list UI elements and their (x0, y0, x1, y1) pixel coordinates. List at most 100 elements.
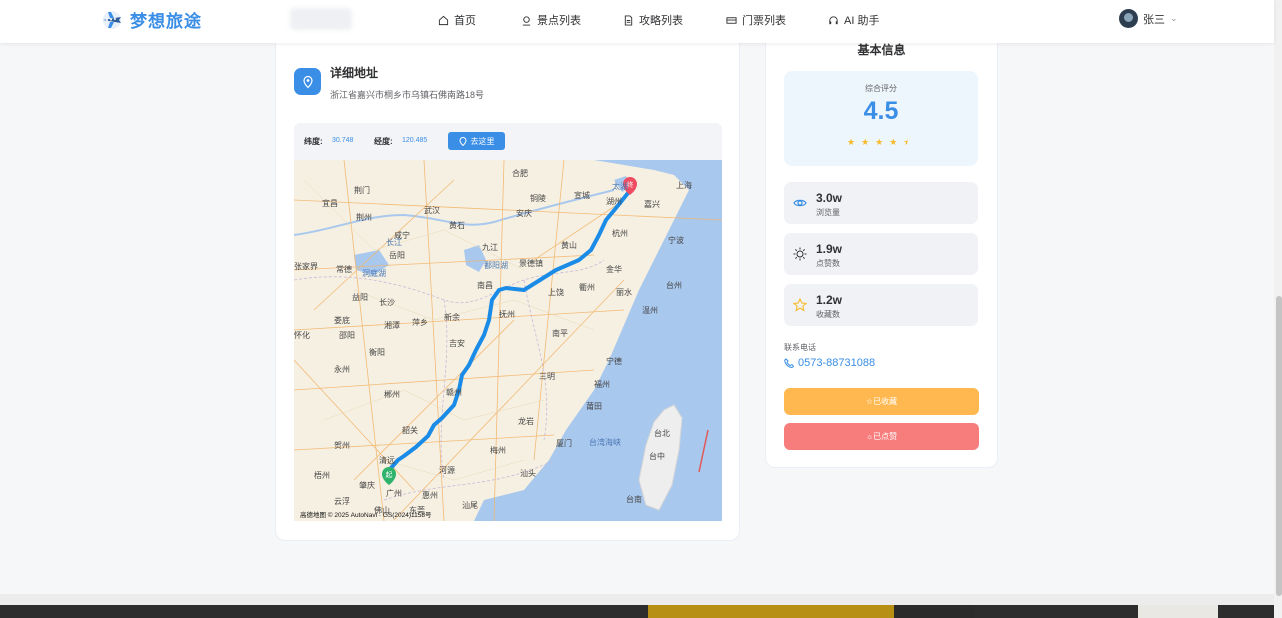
start-marker-label: 起 (386, 471, 393, 479)
map-city-label: 台北 (654, 428, 670, 438)
map-city-label: 荆门 (354, 185, 370, 195)
map-city-label: 宣城 (574, 190, 590, 200)
map-city-label: 黄山 (561, 240, 577, 250)
map-city-label: 衡阳 (369, 347, 385, 357)
navigate-button[interactable]: 去这里 (448, 132, 505, 150)
phone-icon (784, 358, 794, 368)
address-text: 浙江省嘉兴市桐乡市乌镇石佛南路18号 (330, 90, 485, 100)
route-map[interactable]: 终 起 合肥 上海 武汉 安庆 黄石 九江 黄山 杭州 宁波 南昌 长沙 上饶 金华 衢州 丽水 台州 温州 南平… (294, 160, 722, 521)
star-icon: ★ (875, 137, 884, 147)
phone-link[interactable]: 0573-88731088 (784, 357, 875, 369)
taskbar-thumb-1 (648, 605, 894, 618)
map-city-label: 吉安 (449, 338, 465, 348)
map-city-label: 梧州 (314, 470, 330, 480)
map-city-label: 郴州 (384, 390, 400, 399)
navigate-button-label: 去这里 (470, 136, 495, 146)
map-city-label: 温州 (642, 306, 658, 315)
taskbar-thumb-3 (1138, 605, 1218, 618)
map-city-label: 梅州 (490, 445, 506, 455)
favorite-button[interactable]: ☆已收藏 (784, 388, 979, 415)
map-city-label: 莆田 (586, 401, 602, 411)
like-button[interactable]: ☼已点赞 (784, 423, 979, 450)
longitude-label: 经度: (374, 137, 393, 146)
map-city-label: 抚州 (499, 309, 515, 319)
map-attribution: 高德地图 © 2025 AutoNavi · GS(2024)1158号 (300, 510, 432, 519)
star-icon: ★ (889, 137, 898, 147)
map-city-label: 肇庆 (359, 480, 375, 490)
location-pin-icon (294, 68, 321, 95)
scrollbar[interactable] (1274, 0, 1282, 618)
airplane-logo-icon (103, 10, 121, 29)
map-city-label: 南昌 (477, 280, 493, 290)
ticket-icon (726, 16, 737, 24)
nav-tickets-label: 门票列表 (742, 15, 786, 27)
nav-ai-assistant[interactable]: AI 助手 (828, 12, 879, 28)
map-city-label: 上海 (676, 180, 692, 190)
map-city-label: 广州 (386, 488, 402, 498)
top-navbar: 梦想旅途 首页 景点列表 攻略列表 门票列表 AI 助手 张三 ⌄ (0, 0, 1274, 43)
score-box: 综合评分 4.5 ★ ★ ★ ★ ★ (784, 71, 978, 166)
nav-guides-label: 攻略列表 (639, 15, 683, 27)
phone-label: 联系电话 (784, 343, 816, 352)
map-city-label: 永州 (334, 364, 350, 374)
map-city-label: 厦门 (556, 438, 572, 448)
score-value: 4.5 (863, 97, 899, 125)
map-city-label: 湘潭 (384, 320, 400, 330)
info-title: 基本信息 (857, 43, 906, 57)
map-city-label: 景德镇 (519, 258, 543, 268)
map-city-label: 三明 (539, 372, 555, 381)
map-city-label: 长沙 (379, 297, 395, 307)
views-label: 浏览量 (816, 208, 840, 217)
map-city-label: 衢州 (579, 282, 595, 292)
headset-icon (829, 15, 838, 24)
user-menu[interactable]: 张三 ⌄ (1119, 9, 1178, 28)
map-city-label: 长江 (386, 237, 402, 247)
nav-attractions-label: 景点列表 (537, 15, 581, 27)
brand-name: 梦想旅途 (130, 12, 202, 31)
nav-home[interactable]: 首页 (438, 12, 476, 28)
map-city-label: 九江 (482, 243, 498, 252)
brand-logo[interactable]: 梦想旅途 (100, 7, 202, 32)
map-city-label: 惠州 (422, 490, 438, 500)
map-city-label: 台中 (649, 451, 665, 461)
stat-views: 3.0w 浏览量 (784, 182, 978, 224)
map-city-label: 云浮 (334, 496, 350, 506)
map-city-label: 台州 (666, 280, 682, 290)
likes-label: 点赞数 (816, 259, 840, 268)
map-city-label: 宜昌 (322, 198, 338, 208)
favorites-label: 收藏数 (816, 310, 840, 319)
nav-attractions[interactable]: 景点列表 (521, 12, 581, 28)
map-city-label: 娄底 (334, 315, 350, 325)
map-city-label: 汕头 (520, 468, 536, 478)
chevron-down-icon: ⌄ (1170, 13, 1178, 23)
map-city-label: 杭州 (612, 228, 628, 238)
home-icon (438, 15, 449, 25)
scrollbar-thumb[interactable] (1276, 296, 1282, 596)
map-city-label: 怀化 (294, 330, 310, 340)
nav-ai-assistant-label: AI 助手 (844, 15, 880, 27)
eye-icon (793, 199, 807, 207)
views-value: 3.0w (816, 191, 843, 205)
map-canvas: 终 起 合肥上海武汉 安庆黄石九江 黄山杭州宁波南昌长沙上饶金华衢州丽水台州温州南平… (294, 160, 722, 521)
map-city-label: 嘉兴 (644, 199, 660, 209)
info-card: 基本信息 综合评分 4.5 ★ ★ ★ ★ ★ 3.0w 浏览量 1.9w 点赞… (765, 26, 998, 468)
map-city-label: 宁波 (668, 235, 684, 245)
map-city-label: 宁德 (606, 356, 622, 366)
map-city-label: 合肥 (512, 168, 528, 178)
map-city-label: 太湖 (612, 181, 628, 191)
avatar (1119, 9, 1138, 28)
faded-placeholder (290, 8, 352, 30)
score-label: 综合评分 (865, 84, 897, 93)
page-footer (0, 594, 1274, 605)
favorites-value: 1.2w (816, 293, 843, 307)
stat-likes: 1.9w 点赞数 (784, 233, 978, 275)
nav-home-label: 首页 (454, 15, 476, 27)
nav-tickets[interactable]: 门票列表 (726, 12, 786, 28)
rating-stars: ★ ★ ★ ★ ★ (847, 137, 911, 148)
nav-guides[interactable]: 攻略列表 (623, 12, 683, 28)
map-city-label: 铜陵 (530, 193, 546, 203)
map-city-label: 张家界 (294, 261, 318, 271)
map-city-label: 赣州 (446, 387, 462, 397)
map-city-label: 安庆 (516, 208, 532, 218)
map-city-label: 河源 (439, 465, 455, 475)
